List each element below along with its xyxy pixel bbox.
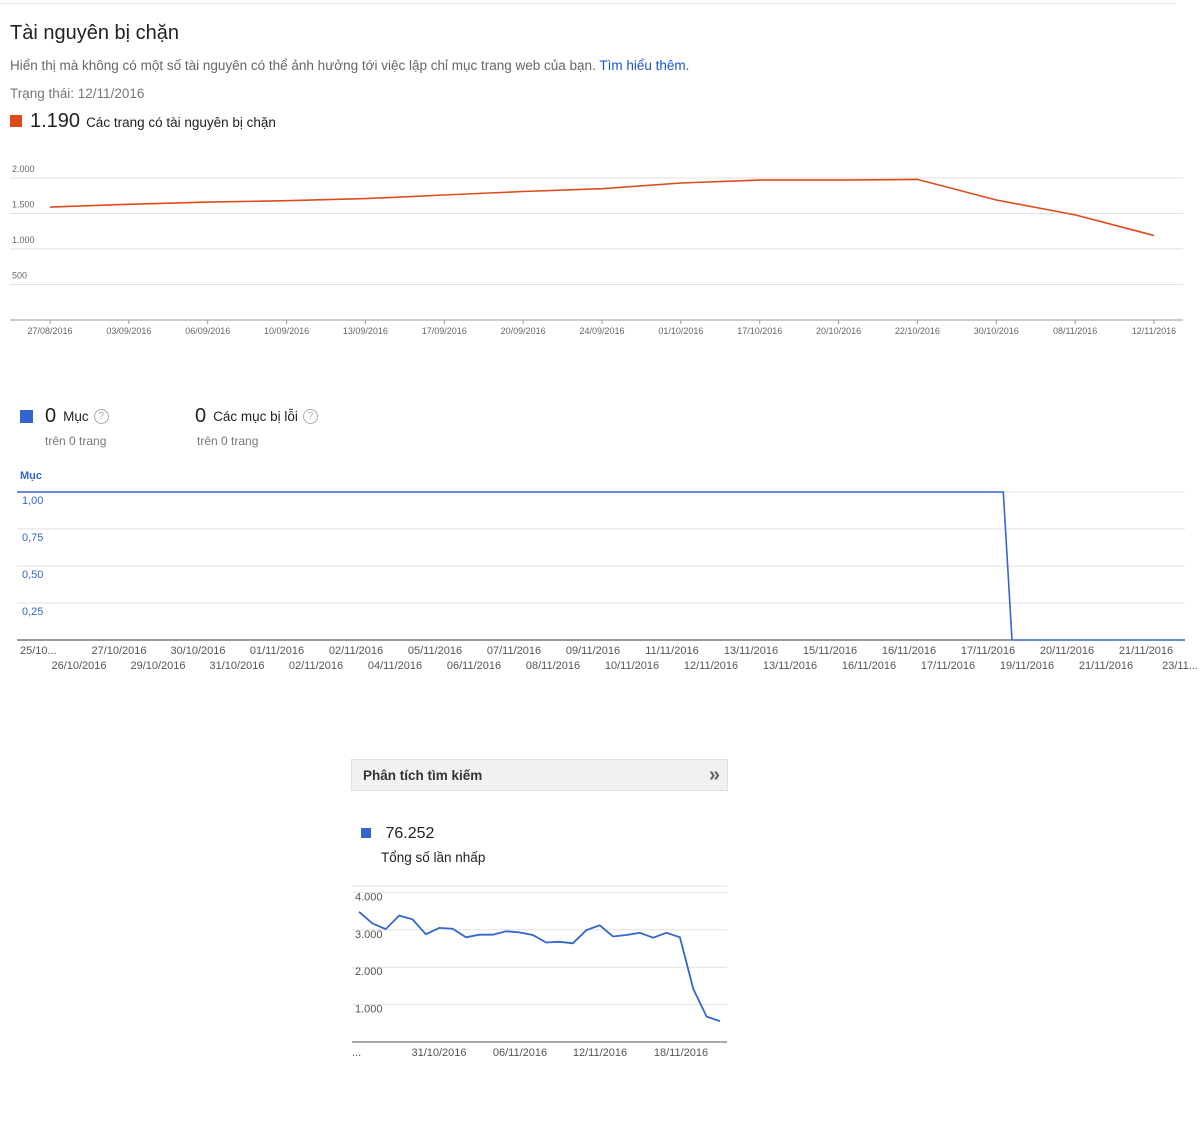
stat-items-label: Mục [63,409,89,424]
x-tick-label: 17/09/2016 [422,326,467,336]
x-tick-label-top: 05/11/2016 [408,645,462,657]
x-tick-label-top: 13/11/2016 [724,645,778,657]
x-tick-label-bottom: 10/11/2016 [605,660,659,672]
x-tick-label-bottom: 06/11/2016 [447,660,501,672]
page-description: Hiển thị mà không có một số tài nguyên c… [10,58,689,73]
x-tick-label: 22/10/2016 [895,326,940,336]
x-tick-label-bottom: 02/11/2016 [289,660,343,672]
y-tick-label: 0,25 [22,606,43,618]
stat-errors-label: Các mục bị lỗi [213,409,298,424]
double-chevron-right-icon[interactable]: » [709,764,720,787]
x-tick-label-bottom: 04/11/2016 [368,660,422,672]
stat-items-sub: trên 0 trang [45,434,107,448]
y-tick-label: 4.000 [355,891,383,903]
stat-errors-sub: trên 0 trang [197,434,259,448]
y-tick-label: 1.500 [12,200,35,210]
y-tick-label: 2.000 [355,966,383,978]
x-tick-label-bottom: 19/11/2016 [1000,660,1054,672]
x-tick-label: 17/10/2016 [737,326,782,336]
y-tick-label: 2.000 [12,164,35,174]
x-tick-label-top: 15/11/2016 [803,645,857,657]
x-tick-label: 10/09/2016 [264,326,309,336]
x-tick-label-top: 16/11/2016 [882,645,936,657]
x-tick-label: 12/11/2016 [1132,326,1176,336]
x-tick-label-bottom: 17/11/2016 [921,660,975,672]
stat-swatch-icon [20,410,33,423]
clicks-legend: 76.252 Tổng số lần nhấp [361,825,485,865]
x-tick-label-top: 11/11/2016 [645,645,698,657]
x-tick-label: ... [352,1047,361,1059]
x-tick-label-top: 21/11/2016 [1119,645,1173,657]
x-tick-label: 08/11/2016 [1053,326,1097,336]
x-tick-label-bottom: 23/11... [1162,660,1198,672]
y-tick-label: 1.000 [355,1004,383,1016]
x-tick-label-bottom: 26/10/2016 [51,660,106,672]
y-tick-label: 3.000 [355,929,383,941]
stat-errors-value: 0 [195,405,207,427]
x-tick-label: 24/09/2016 [579,326,624,336]
x-tick-label-top: 17/11/2016 [961,645,1015,657]
x-tick-label-bottom: 08/11/2016 [526,660,580,672]
x-tick-label-bottom: 16/11/2016 [842,660,896,672]
x-tick-label: 20/09/2016 [501,326,546,336]
x-tick-label: 20/10/2016 [816,326,861,336]
x-tick-label: 18/11/2016 [654,1047,708,1059]
legend-swatch-icon [10,115,22,127]
x-tick-label: 01/10/2016 [658,326,703,336]
clicks-chart: 4.000 3.000 2.000 1.000... 31/10/2016 06/11/2… [352,885,727,1059]
x-tick-label: 03/09/2016 [106,326,151,336]
x-tick-label: 30/10/2016 [974,326,1019,336]
blocked-resources-legend: 1.190 Các trang có tài nguyên bị chặn [10,110,276,133]
x-tick-label-bottom: 21/11/2016 [1079,660,1133,672]
stat-items-value: 0 [45,405,57,427]
x-tick-label: 31/10/2016 [411,1047,466,1059]
x-tick-label: 13/09/2016 [343,326,388,336]
help-icon[interactable]: ? [302,409,318,424]
clicks-swatch-icon [361,828,371,838]
x-tick-label-top: 25/10... [20,645,57,657]
legend-label: Các trang có tài nguyên bị chặn [86,115,276,130]
x-tick-label: 06/09/2016 [185,326,230,336]
x-tick-label-bottom: 12/11/2016 [684,660,738,672]
x-tick-label-top: 20/11/2016 [1040,645,1094,657]
y-tick-label: 0,50 [22,569,43,581]
learn-more-link[interactable]: Tìm hiểu thêm. [599,58,689,73]
y-tick-label: 0,75 [22,532,43,544]
top-divider [0,3,1175,4]
items-chart: Mục 1,00 0,75 0,50 0,25 25/10... 27/10/2016 30/… [17,470,1198,672]
x-tick-label-top: 02/11/2016 [329,645,383,657]
x-tick-label-top: 30/10/2016 [170,645,225,657]
status-text: Trạng thái: 12/11/2016 [10,86,145,101]
x-tick-label-top: 01/11/2016 [250,645,304,657]
help-icon[interactable]: ? [93,409,109,424]
blocked-resources-chart: 2.000 1.500 1.000 500 27/08/2016 03/09/2016 06… [10,164,1183,336]
y-axis-title: Mục [20,470,42,482]
x-tick-label-top: 09/11/2016 [566,645,620,657]
stat-errors: 0 Các mục bị lỗi ? trên 0 trang [195,405,318,448]
y-tick-label: 500 [12,271,27,281]
clicks-label: Tổng số lần nhấp [381,850,486,865]
x-tick-label-bottom: 29/10/2016 [130,660,185,672]
stat-items: 0 Mục ? trên 0 trang [20,405,109,448]
clicks-value: 76.252 [385,825,435,842]
description-text: Hiển thị mà không có một số tài nguyên c… [10,58,596,73]
search-analytics-header[interactable]: Phân tích tìm kiếm » [351,759,728,791]
page-title: Tài nguyên bị chặn [10,22,180,44]
search-analytics-title: Phân tích tìm kiếm [363,767,483,783]
series-line-blocked-pages [49,178,1155,237]
x-tick-label-bottom: 31/10/2016 [209,660,264,672]
x-tick-label-top: 27/10/2016 [91,645,146,657]
y-tick-label: 1,00 [22,495,43,507]
x-tick-label-top: 07/11/2016 [487,645,541,657]
y-tick-label: 1.000 [12,235,35,245]
x-tick-label-bottom: 13/11/2016 [763,660,817,672]
x-tick-label: 12/11/2016 [573,1047,627,1059]
x-tick-label: 27/08/2016 [27,326,72,336]
legend-value: 1.190 [30,110,81,132]
x-tick-label: 06/11/2016 [493,1047,547,1059]
